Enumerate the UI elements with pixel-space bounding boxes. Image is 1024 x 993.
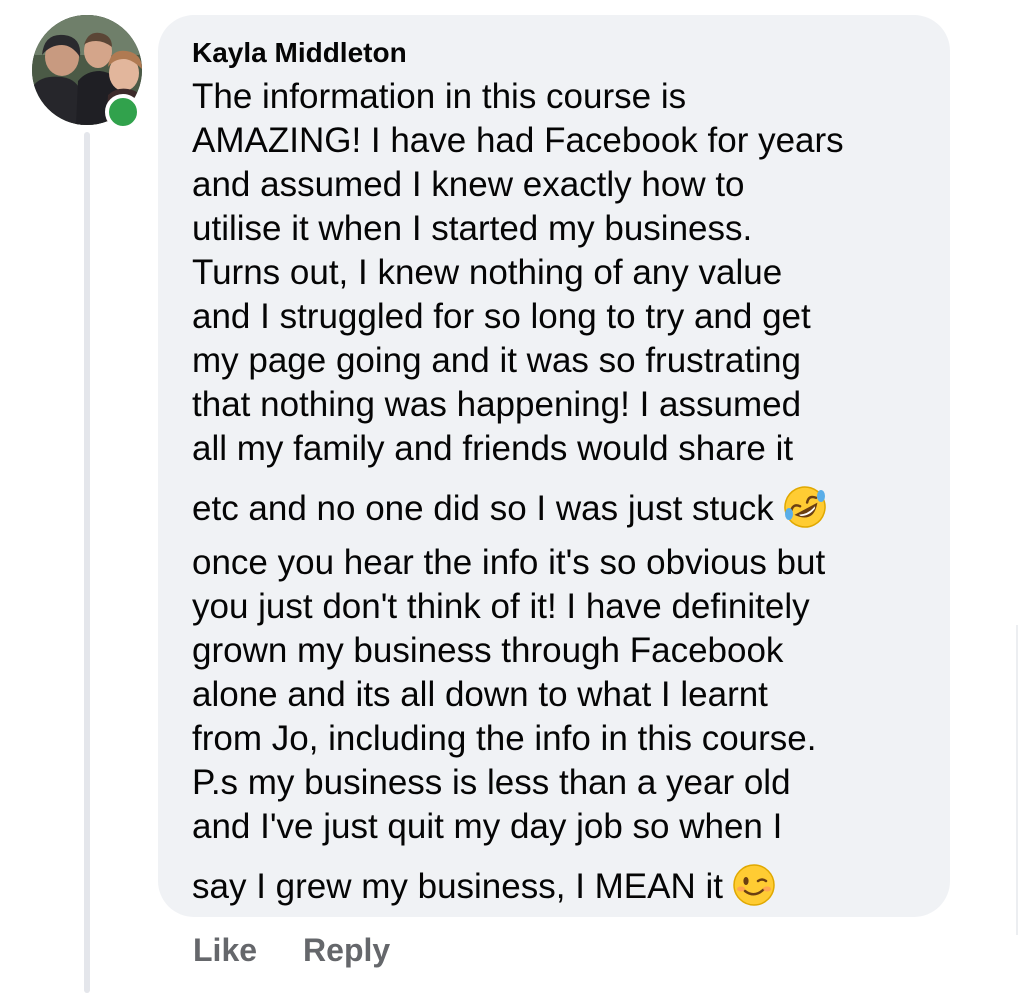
comment-line: my page going and it was so frustrating xyxy=(192,341,801,380)
comment-line: Turns out, I knew nothing of any value xyxy=(192,253,783,292)
comment-line: alone and its all down to what I learnt xyxy=(192,675,768,714)
comment-line: The information in this course is xyxy=(192,77,687,116)
comment-line-with-emoji: etc and no one did so I was just stuck xyxy=(192,484,932,541)
online-status-indicator xyxy=(105,94,141,130)
edge-divider xyxy=(1016,625,1018,935)
comment-line-text: say I grew my business, I MEAN it xyxy=(192,867,723,906)
comment-line: grown my business through Facebook xyxy=(192,631,784,670)
comment-line: and assumed I knew exactly how to xyxy=(192,165,745,204)
comment-line: all my family and friends would share it xyxy=(192,429,794,468)
comment-line: utilise it when I started my business. xyxy=(192,209,753,248)
comment-actions: Like Reply xyxy=(193,928,390,972)
author-name[interactable]: Kayla Middleton xyxy=(192,35,407,71)
comment-text: The information in this course is AMAZIN… xyxy=(192,75,932,919)
comment-line-with-emoji: say I grew my business, I MEAN it xyxy=(192,862,932,919)
comment-line: and I've just quit my day job so when I xyxy=(192,807,783,846)
comment-line: from Jo, including the info in this cour… xyxy=(192,719,817,758)
winking-face-emoji-icon xyxy=(731,862,777,919)
reply-button[interactable]: Reply xyxy=(303,932,390,969)
comment-line: AMAZING! I have had Facebook for years xyxy=(192,121,844,160)
comment-line: and I struggled for so long to try and g… xyxy=(192,297,811,336)
thread-line xyxy=(84,132,90,993)
comment-line: that nothing was happening! I assumed xyxy=(192,385,802,424)
comment-line: once you hear the info it's so obvious b… xyxy=(192,543,826,582)
comment-line: P.s my business is less than a year old xyxy=(192,763,791,802)
comment-bubble: Kayla Middleton The information in this … xyxy=(158,15,950,917)
like-button[interactable]: Like xyxy=(193,932,257,969)
comment-line-text: etc and no one did so I was just stuck xyxy=(192,489,774,528)
rolling-on-floor-laughing-emoji-icon xyxy=(782,484,828,541)
comment-item: Kayla Middleton The information in this … xyxy=(0,0,1024,993)
comment-line: you just don't think of it! I have defin… xyxy=(192,587,810,626)
